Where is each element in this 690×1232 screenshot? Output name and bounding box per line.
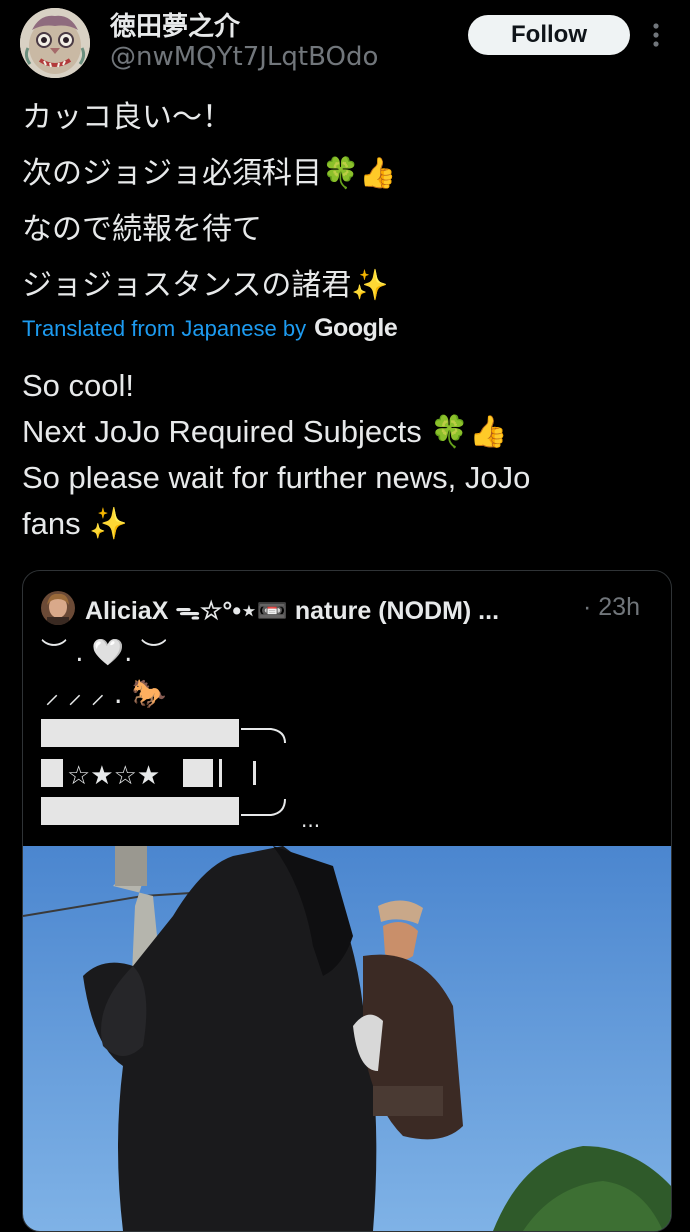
ascii-block-top bbox=[41, 719, 239, 747]
translated-text-line: fans ✨ bbox=[22, 506, 128, 541]
ascii-block-right bbox=[183, 759, 213, 787]
rearing-black-horse-photo[interactable] bbox=[23, 846, 671, 1231]
ascii-block-bottom bbox=[41, 797, 239, 825]
translation-label[interactable]: Translated from Japanese by bbox=[22, 316, 306, 342]
translated-text-line: Next JoJo Required Subjects 🍀👍 bbox=[22, 414, 508, 449]
quoted-author-name[interactable]: AliciaX ᯓ☆°•⋆📼 nature (NODM) ... bbox=[85, 593, 565, 627]
author-avatar[interactable] bbox=[20, 8, 90, 78]
quoted-post-ascii-art: ︶ . 🤍. ︶ ⸝ ⸝ ⸝ . 🐎 ☆★☆★ ... bbox=[41, 638, 320, 832]
quoted-author-avatar[interactable] bbox=[41, 591, 75, 625]
translated-text-line: So please wait for further news, JoJo bbox=[22, 460, 531, 495]
ascii-ellipsis: ... bbox=[301, 808, 320, 832]
ascii-block-left bbox=[41, 759, 63, 787]
original-text-line: なので続報を待て bbox=[22, 212, 262, 247]
ascii-bar bbox=[253, 761, 256, 785]
original-text-line: ジョジョスタンスの諸君✨ bbox=[22, 268, 389, 303]
demon-mask-avatar-icon bbox=[20, 8, 90, 78]
ascii-row-2: ⸝ ⸝ ⸝ . 🐎 bbox=[45, 677, 167, 710]
ascii-stars: ☆★☆★ bbox=[67, 761, 160, 791]
portrait-avatar-icon bbox=[41, 591, 75, 625]
ascii-row-1: ︶ . 🤍. ︶ bbox=[41, 638, 167, 668]
quoted-post-card[interactable]: AliciaX ᯓ☆°•⋆📼 nature (NODM) ... · 23h ︶… bbox=[22, 570, 672, 1232]
ascii-bracket-top bbox=[241, 728, 286, 744]
vertical-ellipsis-icon[interactable] bbox=[648, 20, 664, 50]
author-handle[interactable]: @nwMQYt7JLqtBOdo bbox=[110, 42, 378, 72]
post-translated-text: So cool! Next JoJo Required Subjects 🍀👍 … bbox=[22, 363, 662, 547]
translation-attribution[interactable]: Translated from Japanese by Google bbox=[22, 314, 398, 343]
post-original-text: カッコ良い～！ 次のジョジョ必須科目🍀👍 なので続報を待て ジョジョスタンスの諸… bbox=[22, 90, 397, 314]
quoted-post-time[interactable]: · 23h bbox=[583, 593, 640, 622]
translated-text-line: So cool! bbox=[22, 368, 135, 403]
ascii-bracket-bottom bbox=[241, 798, 286, 816]
original-text-line: 次のジョジョ必須科目🍀👍 bbox=[22, 156, 397, 191]
follow-button[interactable]: Follow bbox=[468, 15, 630, 55]
original-text-line: カッコ良い～！ bbox=[22, 100, 232, 135]
google-logo: Google bbox=[314, 314, 398, 342]
ascii-bar bbox=[219, 759, 222, 787]
author-display-name[interactable]: 徳田夢之介 bbox=[110, 6, 240, 43]
